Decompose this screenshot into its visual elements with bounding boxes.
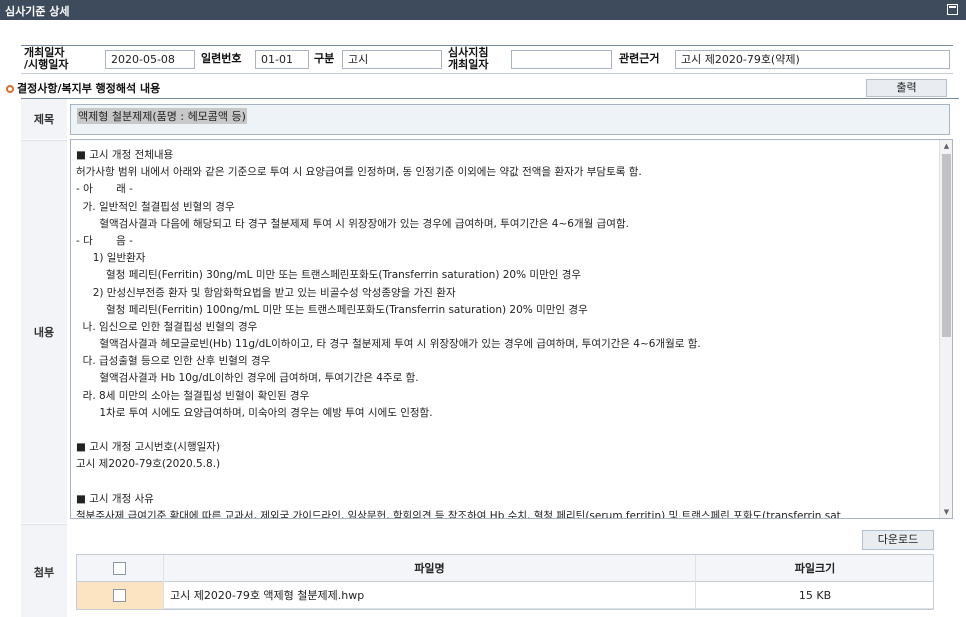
date-label: 개최일자 /시행일자 (24, 46, 69, 71)
basis-field[interactable]: 고시 제2020-79호(약제) (675, 50, 950, 69)
content-line: 1차로 투여 시에도 요양급여하며, 미숙아의 경우는 예방 투여 시에도 인정… (76, 406, 433, 419)
window-titlebar: 심사기준 상세 (0, 0, 966, 20)
download-button[interactable]: 다운로드 (862, 530, 934, 550)
subject-field[interactable]: 액제형 철분제제(품명 : 헤모콤액 등) (70, 104, 950, 135)
maximize-icon[interactable] (947, 4, 958, 15)
attachment-table-header: 파일명 파일크기 (77, 555, 933, 582)
content-line: - 아 래 - (76, 183, 133, 196)
guideline-date-field[interactable] (511, 50, 612, 69)
content-line: 2) 만성신부전증 환자 및 항암화학요법을 받고 있는 비골수성 악성종양을 … (76, 286, 456, 299)
content-line: 고시 제2020-79호(2020.5.8.) (76, 458, 221, 471)
content-line: 라. 8세 미만의 소아는 철결핍성 빈혈이 확인된 경우 (76, 389, 310, 402)
content-line: 혈청 페리틴(Ferritin) 100ng/mL 미만 또는 트랜스페린포화도… (76, 303, 588, 316)
content-line: ■ 고시 개정 사유 (76, 492, 154, 505)
scrollbar-thumb[interactable] (942, 154, 951, 337)
content-lines: ■ 고시 개정 전체내용허가사항 범위 내에서 아래와 같은 기준으로 투여 시… (76, 147, 938, 519)
header-filename: 파일명 (414, 562, 445, 575)
file-checkbox[interactable] (113, 589, 126, 602)
column-divider (163, 582, 164, 609)
serial-field[interactable]: 01-01 (255, 50, 309, 69)
content-line: 나. 임신으로 인한 철결핍성 빈혈의 경우 (76, 320, 258, 333)
content-textarea[interactable]: ■ 고시 개정 전체내용허가사항 범위 내에서 아래와 같은 기준으로 투여 시… (70, 139, 953, 519)
type-label: 구분 (314, 52, 335, 65)
scroll-up-icon[interactable]: ▲ (942, 141, 951, 151)
content-line: 1) 일반환자 (76, 252, 146, 265)
content-line: 다. 급성출혈 등으로 인한 산후 빈혈의 경우 (76, 355, 271, 368)
content-line (76, 422, 938, 439)
section-heading: 결정사항/복지부 행정해석 내용 (6, 80, 160, 96)
content-line: 가. 일반적인 철결핍성 빈혈의 경우 (76, 200, 235, 213)
print-button[interactable]: 출력 (866, 79, 947, 97)
guideline-date-label: 심사지침 개최일자 (448, 46, 489, 71)
content-line: 혈액검사결과 헤모글로빈(Hb) 11g/dL이하이고, 타 경구 철분제제 투… (76, 338, 701, 351)
content-line: 허가사항 범위 내에서 아래와 같은 기준으로 투여 시 요양급여를 인정하며,… (76, 166, 642, 179)
content-line: ■ 고시 개정 고시번호(시행일자) (76, 441, 221, 454)
file-size: 15 KB (798, 589, 832, 602)
select-all-checkbox[interactable] (113, 562, 126, 575)
date-field[interactable]: 2020-05-08 (105, 50, 195, 69)
window-title: 심사기준 상세 (5, 5, 70, 18)
file-name[interactable]: 고시 제2020-79호 액제형 철분제제.hwp (170, 582, 690, 609)
content-line: 혈액검사결과 Hb 10g/dL이하인 경우에 급여하며, 투여기간은 4주로 … (76, 372, 419, 385)
bullet-circle-icon (6, 85, 14, 93)
content-line: 혈청 페리틴(Ferritin) 30ng/mL 미만 또는 트랜스페린포화도(… (76, 269, 582, 282)
header-filesize: 파일크기 (794, 562, 836, 575)
subject-row-label: 제목 (21, 99, 67, 139)
attachment-table: 파일명 파일크기 고시 제2020-79호 액제형 철분제제.hwp 15 KB (76, 554, 934, 610)
content-line: - 다 음 - (76, 234, 133, 247)
content-line: ■ 고시 개정 전체내용 (76, 149, 174, 161)
content-row-label: 내용 (21, 140, 67, 523)
content-line (76, 474, 938, 491)
attachment-row[interactable]: 고시 제2020-79호 액제형 철분제제.hwp 15 KB (77, 582, 933, 609)
section-title: 결정사항/복지부 행정해석 내용 (17, 82, 161, 95)
basis-label: 관련근거 (619, 52, 660, 65)
attachment-row-label: 첨부 (21, 524, 67, 617)
type-field[interactable]: 고시 (342, 50, 442, 69)
serial-label: 일련번호 (201, 52, 242, 65)
content-scrollbar[interactable]: ▲ ▼ (939, 140, 952, 518)
scroll-down-icon[interactable]: ▼ (942, 507, 951, 517)
subject-text: 액제형 철분제제(품명 : 헤모콤액 등) (77, 108, 247, 124)
content-line: 철분주사제 급여기준 확대에 따른 교과서, 제외국 가이드라인, 임상문헌, … (76, 509, 841, 519)
content-line: 혈액검사결과 다음에 해당되고 타 경구 철분제제 투여 시 위장장애가 있는 … (76, 217, 629, 230)
